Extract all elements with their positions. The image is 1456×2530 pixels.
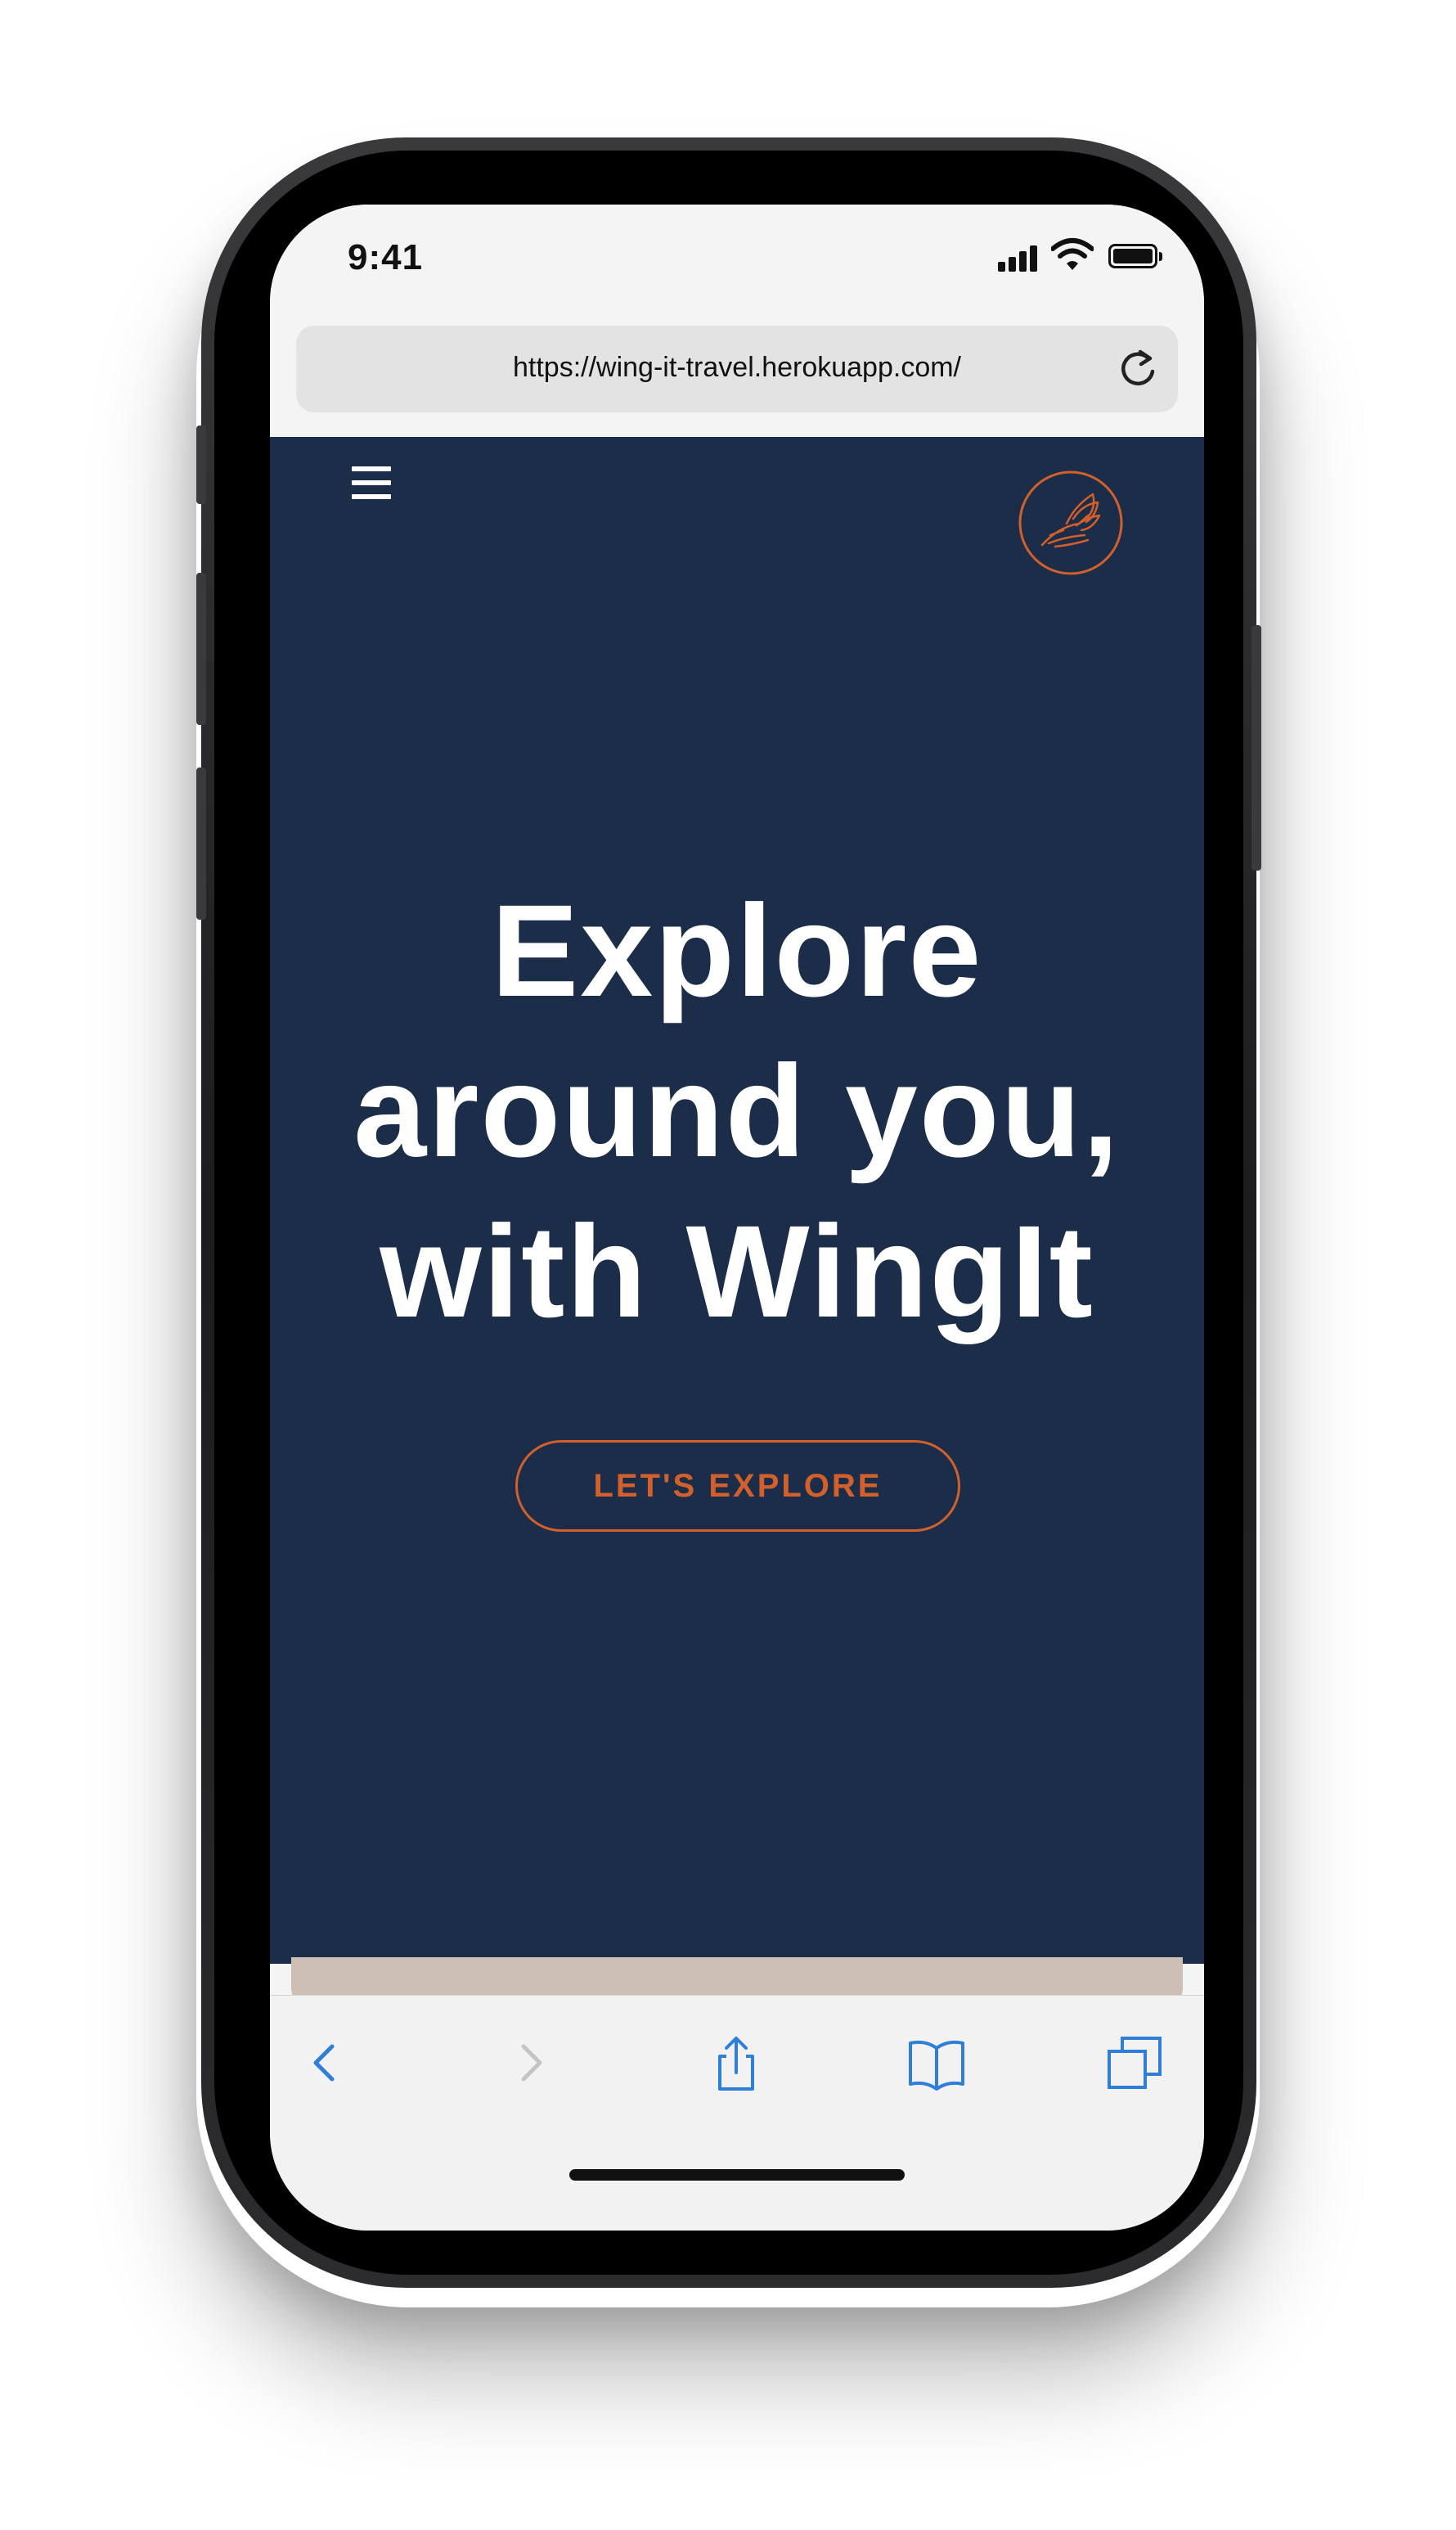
hero-heading: Explore around you, with WingIt <box>270 871 1204 1352</box>
volume-up-button <box>196 573 206 725</box>
volume-down-button <box>196 768 206 920</box>
device-mockup: 9:41 https://wing-it-travel.herokuapp.co… <box>0 0 1456 2530</box>
status-time: 9:41 <box>348 237 424 277</box>
status-bar: 9:41 <box>270 205 1204 311</box>
back-icon[interactable] <box>294 2030 360 2096</box>
cellular-signal-icon <box>998 244 1039 272</box>
lets-explore-button[interactable]: LET'S EXPLORE <box>515 1440 960 1532</box>
hero-line-1: Explore <box>491 877 983 1024</box>
reload-icon[interactable] <box>1116 347 1160 391</box>
bookmarks-icon[interactable] <box>904 2030 969 2096</box>
phone-screen: 9:41 https://wing-it-travel.herokuapp.co… <box>270 205 1204 2231</box>
hero-line-2: around you, <box>353 1038 1121 1184</box>
hamburger-menu-icon[interactable] <box>352 466 391 499</box>
share-icon[interactable] <box>703 2030 769 2096</box>
battery-icon <box>1108 244 1162 268</box>
browser-toolbar <box>270 1995 1204 2231</box>
wifi-icon <box>1051 238 1094 270</box>
power-button <box>1252 625 1261 871</box>
forward-icon[interactable] <box>499 2030 564 2096</box>
tabs-icon[interactable] <box>1103 2030 1168 2096</box>
wings-logo-icon[interactable] <box>1018 470 1124 576</box>
hero-line-3: with WingIt <box>380 1198 1094 1344</box>
website-hero: Explore around you, with WingIt LET'S EX… <box>270 437 1204 2137</box>
url-text[interactable]: https://wing-it-travel.herokuapp.com/ <box>296 352 1178 384</box>
address-bar[interactable]: https://wing-it-travel.herokuapp.com/ <box>296 326 1178 412</box>
home-indicator[interactable] <box>569 2169 905 2181</box>
mute-switch <box>196 425 206 504</box>
